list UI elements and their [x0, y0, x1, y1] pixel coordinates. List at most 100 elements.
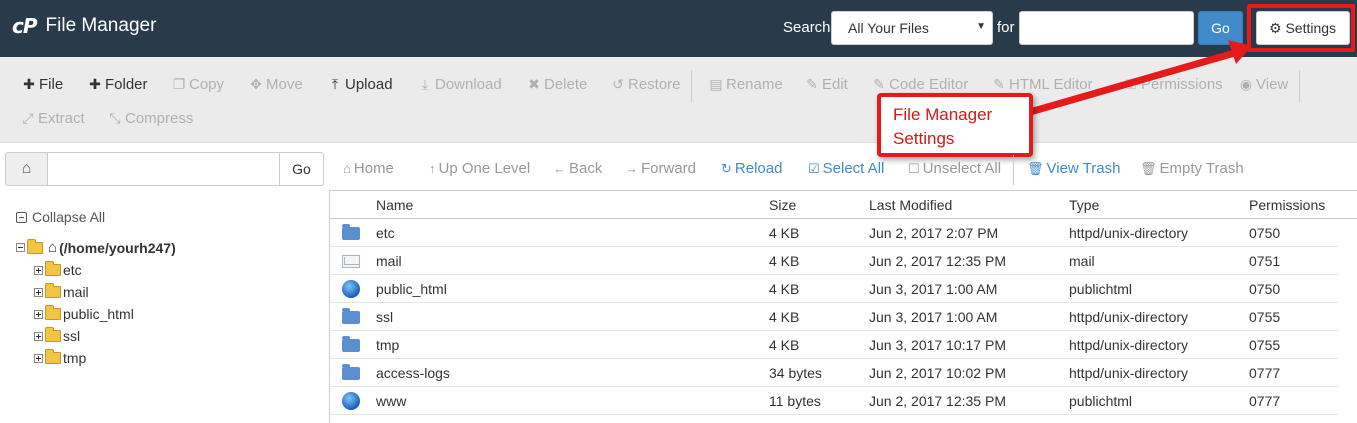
app-title: File Manager	[45, 15, 157, 36]
file-modified: Jun 2, 2017 10:02 PM	[869, 365, 1006, 381]
code-editor-button[interactable]: ✎ Code Editor	[872, 76, 968, 93]
nav-view-trash-label: View Trash	[1046, 160, 1121, 177]
search-input[interactable]	[1019, 11, 1194, 45]
nav-forward[interactable]: → Forward	[625, 160, 696, 177]
edit-button[interactable]: ✎ Edit	[805, 76, 848, 93]
expand-toggle-icon[interactable]	[34, 353, 43, 363]
trash-icon: 🗑	[1027, 161, 1044, 176]
file-name: public_html	[376, 281, 447, 297]
collapse-all-link[interactable]: Collapse All	[16, 209, 105, 225]
view-label: View	[1256, 76, 1289, 93]
expand-toggle-icon[interactable]	[34, 287, 43, 297]
toolbar-divider	[691, 70, 692, 102]
path-go-button[interactable]: Go	[279, 152, 324, 186]
folder-icon	[342, 364, 360, 380]
extract-button[interactable]: ⤢ Extract	[21, 110, 84, 127]
file-size: 4 KB	[769, 253, 800, 269]
file-modified: Jun 3, 2017 1:00 AM	[869, 281, 998, 297]
move-button[interactable]: ✥ Move	[249, 76, 303, 93]
new-file-button[interactable]: ✚ File	[22, 76, 63, 93]
delete-button[interactable]: ✖ Delete	[527, 76, 587, 93]
tree-item-label: etc	[63, 262, 82, 278]
tree-root[interactable]: ⌂ (/home/yourh247)	[16, 238, 176, 256]
tree-item-etc[interactable]: etc	[34, 261, 82, 278]
table-row[interactable]: ssl 4 KB Jun 3, 2017 1:00 AM httpd/unix-…	[330, 303, 1339, 331]
column-header-size[interactable]: Size	[769, 197, 796, 213]
permissions-button[interactable]: ⚿ Permissions	[1124, 76, 1223, 93]
file-type: httpd/unix-directory	[1069, 309, 1189, 325]
file-size: 4 KB	[769, 309, 800, 325]
rename-button[interactable]: ▤ Rename	[709, 76, 782, 93]
upload-button[interactable]: ⤒ Upload	[328, 76, 393, 93]
collapse-icon	[16, 212, 27, 223]
nav-up-label: Up One Level	[438, 160, 531, 177]
nav-back[interactable]: ← Back	[553, 160, 602, 177]
restore-button[interactable]: ↺ Restore	[611, 76, 680, 93]
tree-item-tmp[interactable]: tmp	[34, 349, 86, 366]
delete-icon: ✖	[528, 76, 540, 92]
caret-down-icon: ▼	[976, 21, 986, 32]
arrow-right-icon: →	[625, 161, 638, 176]
table-row[interactable]: tmp 4 KB Jun 3, 2017 10:17 PM httpd/unix…	[330, 331, 1339, 359]
file-permissions: 0751	[1249, 253, 1281, 269]
file-name: www	[376, 393, 407, 409]
table-row[interactable]: mail 4 KB Jun 2, 2017 12:35 PM mail 0751	[330, 247, 1339, 275]
toolbar-divider	[1299, 70, 1300, 102]
refresh-icon: ↻	[721, 161, 732, 176]
nav-home[interactable]: ⌂ Home	[343, 160, 394, 177]
nav-view-trash[interactable]: 🗑 View Trash	[1027, 160, 1120, 177]
new-file-label: File	[39, 76, 64, 93]
copy-button[interactable]: ❐ Copy	[172, 76, 224, 93]
view-button[interactable]: ◉ View	[1239, 76, 1288, 93]
move-icon: ✥	[250, 76, 262, 92]
file-icon: ▤	[709, 76, 723, 92]
file-modified: Jun 2, 2017 2:07 PM	[869, 225, 999, 241]
nav-select-all[interactable]: ☑ Select All	[808, 160, 884, 177]
file-modified: Jun 3, 2017 1:00 AM	[869, 309, 998, 325]
file-type: httpd/unix-directory	[1069, 365, 1189, 381]
collapse-toggle-icon[interactable]	[16, 243, 25, 252]
file-name: ssl	[376, 309, 394, 325]
search-scope-select[interactable]: All Your Files ▼	[831, 11, 993, 45]
home-path-button[interactable]: ⌂	[5, 152, 48, 186]
column-header-permissions[interactable]: Permissions	[1249, 197, 1325, 213]
download-button[interactable]: ⤓ Download	[418, 76, 502, 93]
trash-icon: 🗑	[1140, 161, 1157, 176]
table-row[interactable]: www 11 bytes Jun 2, 2017 12:35 PM public…	[330, 387, 1339, 415]
file-type: httpd/unix-directory	[1069, 225, 1189, 241]
compress-button[interactable]: ⤡ Compress	[108, 110, 193, 127]
expand-toggle-icon[interactable]	[34, 331, 43, 341]
restore-icon: ↺	[612, 76, 624, 92]
nav-empty-trash[interactable]: 🗑 Empty Trash	[1140, 160, 1244, 177]
column-header-type[interactable]: Type	[1069, 197, 1099, 213]
html-editor-button[interactable]: ✎ HTML Editor	[992, 76, 1093, 93]
eye-icon: ◉	[1239, 76, 1253, 92]
settings-button[interactable]: ⚙ Settings	[1256, 11, 1350, 45]
table-row[interactable]: public_html 4 KB Jun 3, 2017 1:00 AM pub…	[330, 275, 1339, 303]
nav-up-one-level[interactable]: ↑ Up One Level	[429, 160, 530, 177]
file-type: mail	[1069, 253, 1095, 269]
path-input[interactable]	[47, 152, 280, 186]
brand[interactable]: cP File Manager	[12, 14, 156, 38]
tree-item-ssl[interactable]: ssl	[34, 327, 80, 344]
tree-item-public-html[interactable]: public_html	[34, 305, 134, 322]
tree-item-mail[interactable]: mail	[34, 283, 89, 300]
column-header-modified[interactable]: Last Modified	[869, 197, 952, 213]
search-go-button[interactable]: Go	[1198, 11, 1243, 45]
column-header-name[interactable]: Name	[376, 197, 413, 213]
expand-toggle-icon[interactable]	[34, 309, 43, 319]
nav-divider	[1013, 155, 1014, 185]
nav-reload[interactable]: ↻ Reload	[721, 160, 782, 177]
folder-icon	[45, 261, 61, 276]
upload-icon: ⤒	[331, 76, 339, 92]
plus-icon: ✚	[89, 76, 101, 92]
nav-unselect-all[interactable]: ☐ Unselect All	[908, 160, 1001, 177]
expand-toggle-icon[interactable]	[34, 265, 43, 275]
table-row[interactable]: etc 4 KB Jun 2, 2017 2:07 PM httpd/unix-…	[330, 219, 1339, 247]
download-label: Download	[435, 76, 502, 93]
code-editor-label: Code Editor	[889, 76, 969, 93]
new-folder-button[interactable]: ✚ Folder	[88, 76, 147, 93]
home-icon: ⌂	[48, 239, 58, 256]
table-row[interactable]: access-logs 34 bytes Jun 2, 2017 10:02 P…	[330, 359, 1339, 387]
edit-label: Edit	[822, 76, 848, 93]
